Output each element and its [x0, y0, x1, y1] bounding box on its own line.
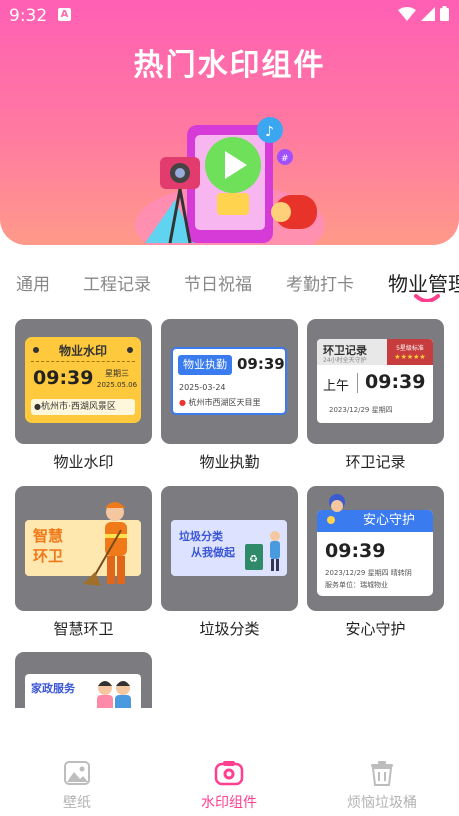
watermark-item[interactable]: 垃圾分类 从我做起 ♻ 垃圾分类	[161, 486, 298, 639]
nav-item-worry-trash[interactable]: 烦恼垃圾桶	[327, 758, 437, 812]
preview-title: 物业水印	[58, 344, 107, 358]
rating-ribbon: 5星级标准 ★★★★★	[387, 339, 433, 365]
card-label: 安心守护	[345, 620, 406, 638]
wifi-icon	[398, 6, 416, 21]
recycle-bin-illustration: ♻	[245, 531, 280, 571]
watermark-card[interactable]: 垃圾分类 从我做起 ♻	[161, 486, 298, 611]
hero-banner: 9:32 A 热门水印组件 ♪ #	[0, 0, 459, 245]
location-pin-icon: ●	[179, 398, 186, 407]
watermark-item[interactable]: 智慧 环卫 智慧环卫	[15, 486, 152, 639]
watermark-card[interactable]: 物业执勤 09:39 2025-03-24 ● 杭州市西湖区天目里	[161, 319, 298, 444]
watermark-preview: 物业水印 09:39 星期三 2025.05.06 ● 杭州市·西湖风景区	[25, 337, 141, 423]
guard-illustration	[327, 494, 347, 528]
preview-date: 2023/12/29 星期四 晴转阴	[325, 569, 412, 577]
nav-label: 烦恼垃圾桶	[347, 795, 417, 811]
signal-icon	[421, 6, 435, 21]
status-time: 9:32	[9, 6, 48, 26]
location-pin-icon: ●	[34, 402, 41, 411]
sanitation-worker-illustration	[83, 502, 127, 586]
card-label: 环卫记录	[345, 453, 406, 471]
svg-text:#: #	[281, 154, 289, 164]
preview-subtitle: 24小时全天守护	[323, 357, 367, 364]
tab-attendance[interactable]: 考勤打卡	[286, 270, 354, 295]
watermark-card[interactable]: 物业水印 09:39 星期三 2025.05.06 ● 杭州市·西湖风景区	[15, 319, 152, 444]
preview-date: 2023/12/29 星期四	[329, 406, 393, 414]
category-tabs: 通用 工程记录 节日祝福 考勤打卡 物业管理	[0, 262, 459, 302]
preview-location: ● 杭州市·西湖风景区	[31, 399, 135, 415]
bottom-fade	[0, 708, 459, 748]
preview-location: ● 杭州市西湖区天目里	[179, 397, 261, 408]
preview-weekday: 星期三	[105, 369, 129, 378]
tab-general[interactable]: 通用	[16, 270, 50, 295]
tab-property-management[interactable]: 物业管理	[388, 268, 459, 297]
nav-item-watermark-components[interactable]: 水印组件	[174, 758, 284, 812]
page-title: 热门水印组件	[133, 48, 326, 83]
svg-text:♪: ♪	[265, 124, 274, 140]
location-text: 杭州市西湖区天目里	[188, 398, 261, 407]
watermark-item[interactable]: 安心守护 09:39 2023/12/29 星期四 晴转阴 服务单位：瑞城物业 …	[307, 486, 444, 639]
preview-title: 家政服务	[31, 682, 75, 695]
watermark-card[interactable]: 安心守护 09:39 2023/12/29 星期四 晴转阴 服务单位：瑞城物业	[307, 486, 444, 611]
preview-time: 09:39	[325, 540, 386, 562]
battery-icon	[440, 6, 449, 21]
preview-line: 垃圾分类	[179, 530, 223, 543]
tab-engineering-record[interactable]: 工程记录	[83, 270, 151, 295]
watermark-preview: 环卫记录 24小时全天守护 5星级标准 ★★★★★ 上午 09:39 2023/…	[317, 339, 433, 423]
divider	[31, 361, 135, 362]
watermark-card[interactable]: 环卫记录 24小时全天守护 5星级标准 ★★★★★ 上午 09:39 2023/…	[307, 319, 444, 444]
divider	[357, 373, 358, 393]
preview-org: 服务单位：瑞城物业	[325, 581, 388, 589]
preview-line: 智慧	[33, 527, 64, 545]
status-bar: 9:32 A	[0, 0, 459, 30]
preview-date: 2025-03-24	[179, 383, 226, 392]
nav-label: 壁纸	[63, 795, 91, 811]
watermark-card[interactable]: 智慧 环卫	[15, 486, 152, 611]
preview-time: 09:39	[365, 371, 426, 393]
preview-line: 环卫	[33, 547, 64, 565]
hero-illustration: ♪ #	[135, 117, 325, 245]
card-label: 物业执勤	[199, 453, 260, 471]
preview-badge: 物业执勤	[178, 355, 232, 375]
watermark-item[interactable]: 物业水印 09:39 星期三 2025.05.06 ● 杭州市·西湖风景区 物业…	[15, 319, 152, 472]
preview-date: 2025.05.06	[97, 381, 138, 389]
card-label: 垃圾分类	[199, 620, 260, 638]
watermark-preview: 垃圾分类 从我做起 ♻	[171, 520, 287, 576]
preview-time: 09:39	[237, 355, 285, 373]
nav-label: 水印组件	[201, 795, 257, 811]
preview-ampm: 上午	[323, 379, 350, 394]
trash-icon	[371, 761, 393, 786]
preview-line: 从我做起	[191, 546, 235, 559]
preview-time: 09:39	[33, 367, 94, 389]
watermark-item[interactable]: 物业执勤 09:39 2025-03-24 ● 杭州市西湖区天目里 物业执勤	[161, 319, 298, 472]
tab-holiday-greeting[interactable]: 节日祝福	[184, 270, 252, 295]
image-icon	[64, 761, 90, 785]
location-text: 杭州市·西湖风景区	[41, 402, 116, 412]
preview-text: 智慧 环卫	[33, 526, 63, 566]
watermark-preview: 物业执勤 09:39 2025-03-24 ● 杭州市西湖区天目里	[171, 347, 287, 415]
nav-item-wallpaper[interactable]: 壁纸	[22, 758, 132, 812]
ribbon-text: 5星级标准	[396, 345, 424, 352]
svg-text:♻: ♻	[249, 554, 258, 565]
bottom-navigation: 壁纸 水印组件 烦恼垃圾桶	[0, 748, 459, 816]
card-label: 智慧环卫	[53, 620, 114, 638]
status-icons	[398, 6, 449, 21]
star-icon: ★★★★★	[394, 353, 426, 361]
watermark-item[interactable]: 环卫记录 24小时全天守护 5星级标准 ★★★★★ 上午 09:39 2023/…	[307, 319, 444, 472]
notification-icon: A	[58, 8, 71, 21]
card-label: 物业水印	[53, 453, 114, 471]
tab-active-indicator	[414, 294, 440, 302]
camera-icon	[214, 761, 244, 786]
